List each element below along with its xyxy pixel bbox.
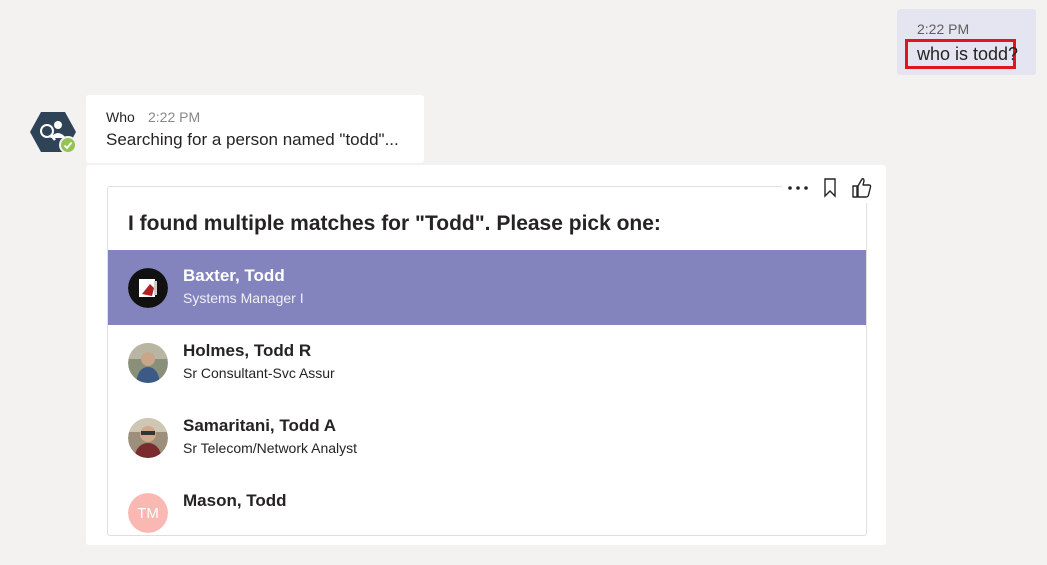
- bot-message-time: 2:22 PM: [148, 109, 201, 125]
- person-job-title: Sr Consultant-Svc Assur: [183, 365, 335, 381]
- avatar: [128, 343, 168, 383]
- person-item-holmes[interactable]: Holmes, Todd R Sr Consultant-Svc Assur: [108, 325, 866, 400]
- bot-message-text: Searching for a person named "todd"...: [106, 130, 399, 149]
- avatar: TM: [128, 493, 168, 533]
- person-name: Holmes, Todd R: [183, 341, 312, 360]
- outgoing-message-text: who is todd?: [905, 39, 1018, 69]
- person-item-samaritani[interactable]: Samaritani, Todd A Sr Telecom/Network An…: [108, 400, 866, 475]
- more-options-icon[interactable]: [786, 176, 810, 200]
- person-item-baxter[interactable]: Baxter, Todd Systems Manager I: [108, 250, 866, 325]
- presence-available-icon: [59, 136, 77, 154]
- person-name: Samaritani, Todd A: [183, 416, 337, 435]
- card-title: I found multiple matches for "Todd". Ple…: [128, 212, 661, 235]
- like-icon[interactable]: [850, 176, 874, 200]
- person-name: Baxter, Todd: [183, 266, 285, 285]
- avatar: [128, 268, 168, 308]
- person-job-title: Sr Telecom/Network Analyst: [183, 440, 358, 456]
- bot-card-message: I found multiple matches for "Todd". Ple…: [86, 165, 886, 545]
- avatar: [128, 418, 168, 458]
- person-name: Mason, Todd: [183, 491, 287, 510]
- adaptive-card: I found multiple matches for "Todd". Ple…: [107, 186, 867, 536]
- avatar-initials: TM: [128, 493, 168, 533]
- bot-message: Who 2:22 PM Searching for a person named…: [86, 95, 424, 163]
- bot-sender-name: Who: [106, 109, 135, 125]
- person-item-mason[interactable]: TM Mason, Todd: [108, 475, 866, 535]
- message-actions: [782, 173, 878, 203]
- outgoing-message: 2:22 PM who is todd?: [897, 9, 1036, 75]
- outgoing-message-time: 2:22 PM: [917, 21, 970, 37]
- bookmark-icon[interactable]: [818, 176, 842, 200]
- person-job-title: Systems Manager I: [183, 290, 304, 306]
